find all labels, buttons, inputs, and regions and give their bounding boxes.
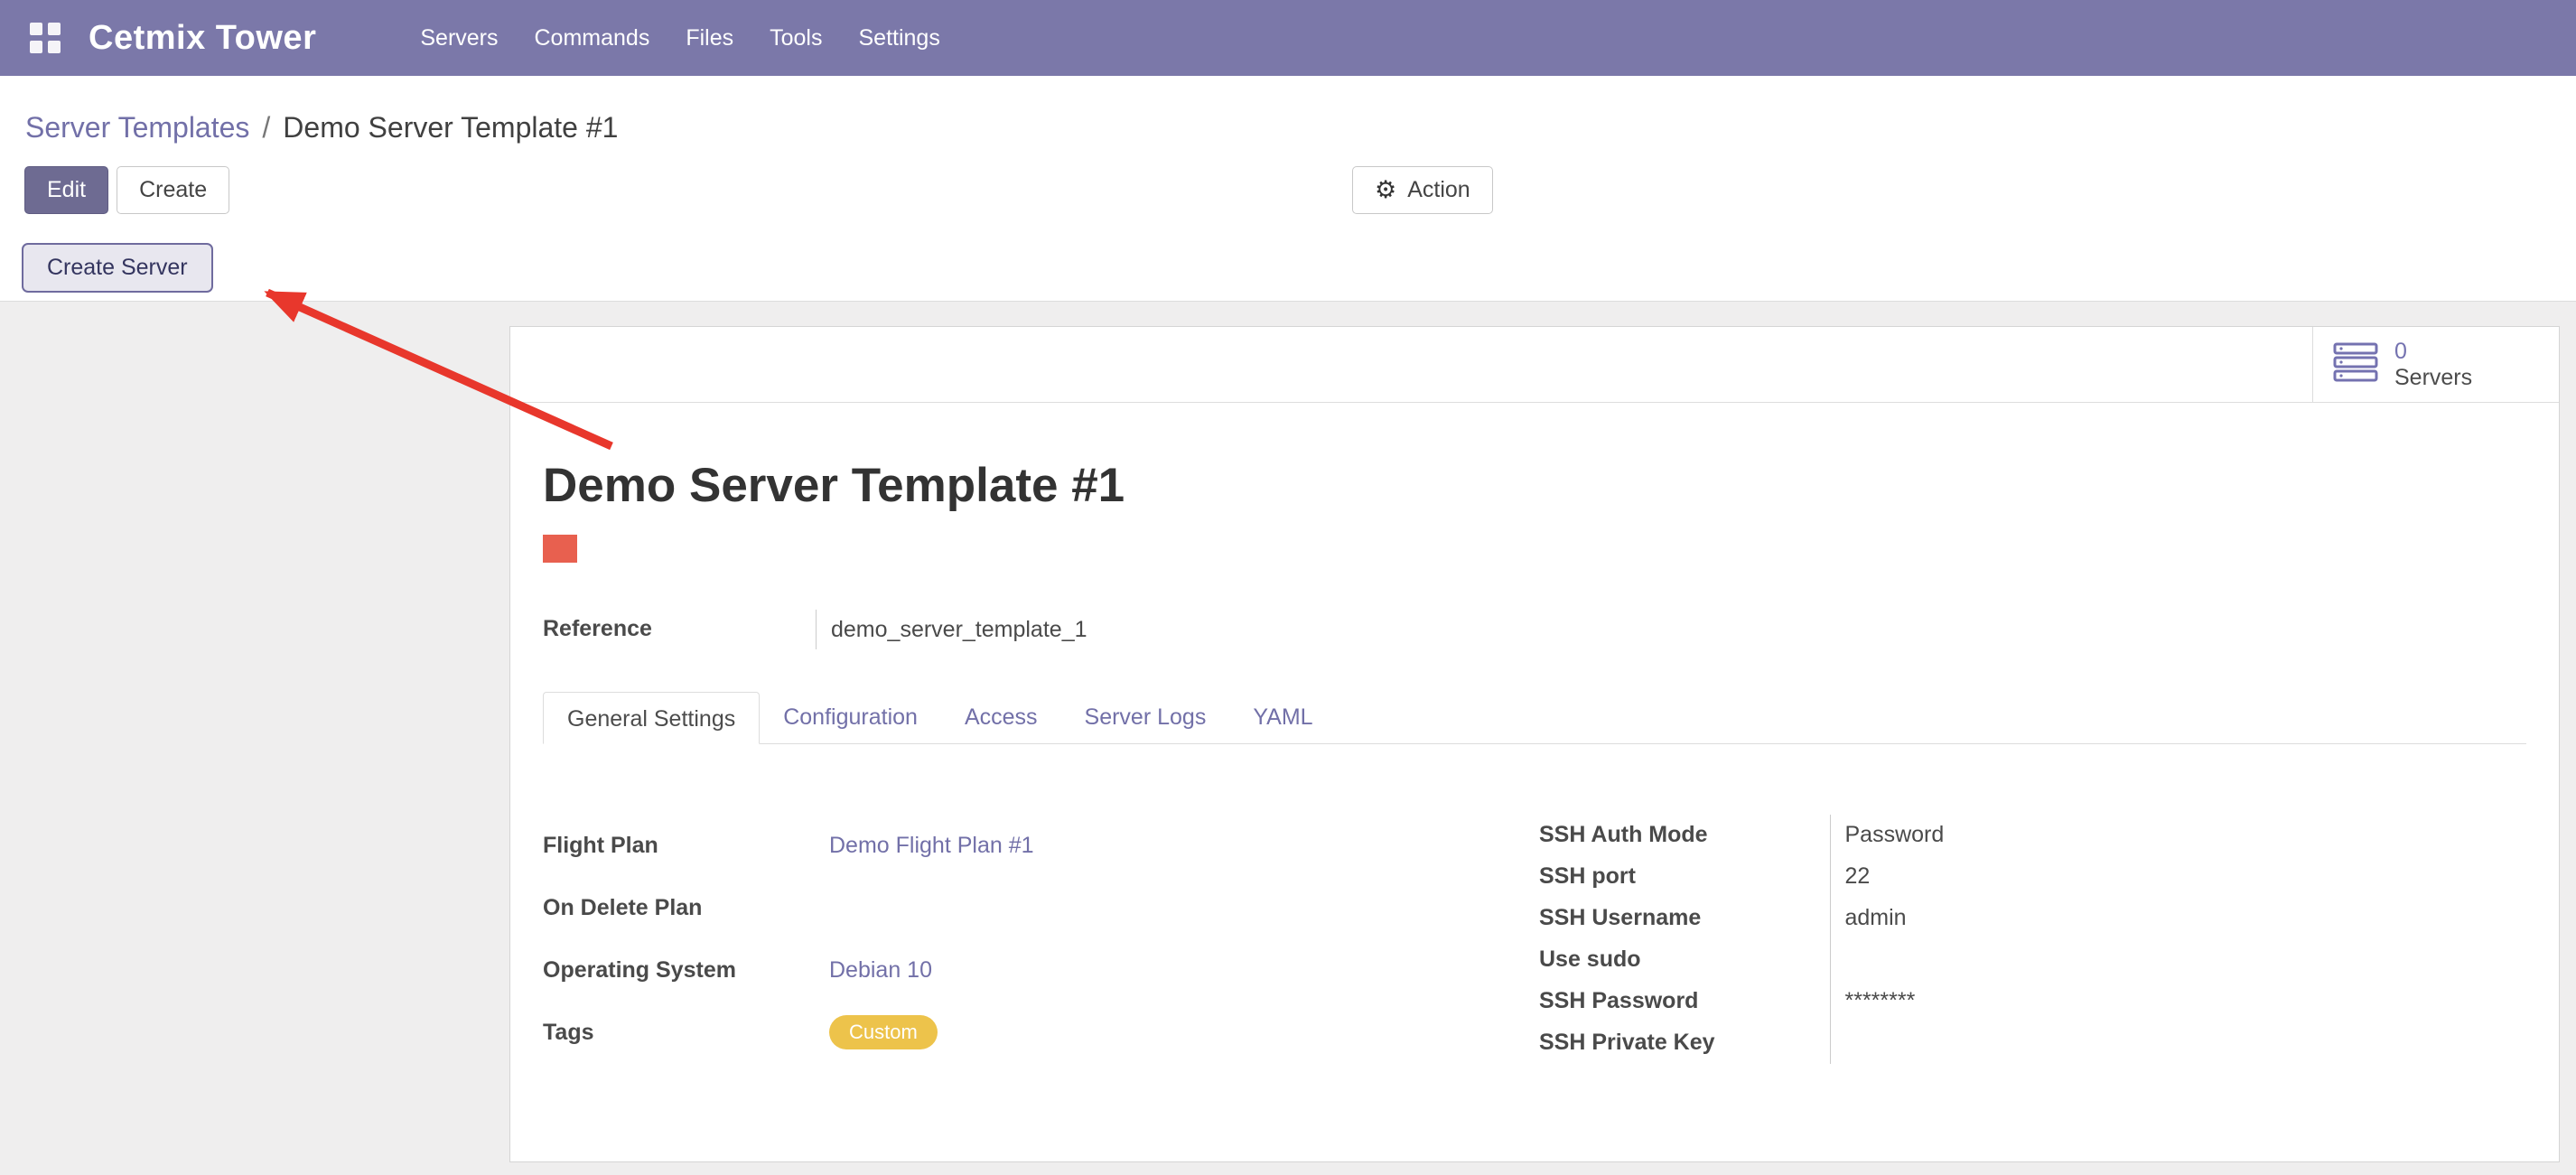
record-title: Demo Server Template #1 bbox=[543, 461, 2526, 511]
field-group-right: SSH Auth Mode Password SSH port 22 SSH U… bbox=[1539, 815, 2442, 1064]
edit-button[interactable]: Edit bbox=[24, 166, 108, 214]
record-color-swatch bbox=[543, 535, 577, 563]
form-sheet: 0 Servers Demo Server Template #1 Refere… bbox=[509, 326, 2560, 1162]
field-row: SSH Password ******** bbox=[1539, 981, 2442, 1022]
ssh-port-value: 22 bbox=[1830, 856, 2442, 898]
field-label: SSH port bbox=[1539, 856, 1830, 898]
breadcrumb-current: Demo Server Template #1 bbox=[283, 111, 618, 145]
field-label: SSH Password bbox=[1539, 981, 1830, 1022]
apps-grid-icon[interactable] bbox=[25, 18, 65, 58]
button-box: 0 Servers bbox=[510, 327, 2559, 403]
ssh-auth-mode-value: Password bbox=[1830, 815, 2442, 856]
reference-value: demo_server_template_1 bbox=[816, 610, 1087, 649]
tab-configuration[interactable]: Configuration bbox=[760, 691, 941, 743]
notebook-tabs: General Settings Configuration Access Se… bbox=[543, 691, 2526, 744]
breadcrumb-parent-link[interactable]: Server Templates bbox=[25, 111, 249, 145]
field-label: SSH Auth Mode bbox=[1539, 815, 1830, 856]
breadcrumb-separator: / bbox=[262, 111, 270, 145]
servers-count: 0 bbox=[2394, 339, 2472, 365]
tab-general-settings[interactable]: General Settings bbox=[543, 692, 760, 744]
operating-system-link[interactable]: Debian 10 bbox=[829, 957, 932, 983]
tag-badge: Custom bbox=[829, 1015, 938, 1049]
servers-count-label: Servers bbox=[2394, 365, 2472, 391]
breadcrumb: Server Templates / Demo Server Template … bbox=[0, 76, 2576, 152]
tab-server-logs[interactable]: Server Logs bbox=[1061, 691, 1230, 743]
field-label: Flight Plan bbox=[543, 815, 829, 877]
tab-access[interactable]: Access bbox=[941, 691, 1061, 743]
servers-icon bbox=[2333, 342, 2378, 387]
servers-stat-button[interactable]: 0 Servers bbox=[2312, 327, 2559, 402]
create-server-button[interactable]: Create Server bbox=[22, 243, 213, 293]
field-row: SSH port 22 bbox=[1539, 856, 2442, 898]
control-panel: Edit Create ⚙ Action bbox=[0, 152, 2576, 214]
field-groups: Flight Plan Demo Flight Plan #1 On Delet… bbox=[543, 815, 2526, 1064]
field-row: Operating System Debian 10 bbox=[543, 939, 1539, 1002]
field-row: Flight Plan Demo Flight Plan #1 bbox=[543, 815, 1539, 877]
content-area: 0 Servers Demo Server Template #1 Refere… bbox=[0, 302, 2576, 1175]
action-button-label: Action bbox=[1407, 177, 1470, 203]
field-label: On Delete Plan bbox=[543, 877, 829, 939]
field-row: Tags Custom bbox=[543, 1002, 1539, 1064]
nav-item-tools[interactable]: Tools bbox=[751, 0, 840, 76]
field-row: SSH Auth Mode Password bbox=[1539, 815, 2442, 856]
field-label: SSH Private Key bbox=[1539, 1022, 1830, 1064]
nav-item-commands[interactable]: Commands bbox=[517, 0, 668, 76]
ssh-username-value: admin bbox=[1830, 898, 2442, 939]
top-navbar: Cetmix Tower Servers Commands Files Tool… bbox=[0, 0, 2576, 76]
action-button[interactable]: ⚙ Action bbox=[1352, 166, 1493, 214]
gear-icon: ⚙ bbox=[1375, 178, 1396, 202]
field-row: SSH Private Key bbox=[1539, 1022, 2442, 1064]
ssh-password-value: ******** bbox=[1830, 981, 2442, 1022]
reference-field: Reference demo_server_template_1 bbox=[543, 610, 2526, 649]
field-label: Operating System bbox=[543, 939, 829, 1002]
ssh-private-key-value bbox=[1830, 1022, 2442, 1064]
flight-plan-link[interactable]: Demo Flight Plan #1 bbox=[829, 833, 1034, 858]
create-button[interactable]: Create bbox=[117, 166, 229, 214]
field-row: Use sudo bbox=[1539, 939, 2442, 981]
nav-item-servers[interactable]: Servers bbox=[402, 0, 516, 76]
field-group-left: Flight Plan Demo Flight Plan #1 On Delet… bbox=[543, 815, 1539, 1064]
main-menu: Servers Commands Files Tools Settings bbox=[402, 0, 957, 76]
field-label: Tags bbox=[543, 1002, 829, 1064]
nav-item-files[interactable]: Files bbox=[667, 0, 751, 76]
field-row: SSH Username admin bbox=[1539, 898, 2442, 939]
field-label: SSH Username bbox=[1539, 898, 1830, 939]
reference-label: Reference bbox=[543, 616, 816, 642]
use-sudo-value bbox=[1830, 939, 2442, 981]
app-brand[interactable]: Cetmix Tower bbox=[89, 19, 316, 58]
field-row: On Delete Plan bbox=[543, 877, 1539, 939]
status-bar: Create Server bbox=[0, 214, 2576, 302]
tab-yaml[interactable]: YAML bbox=[1229, 691, 1336, 743]
field-label: Use sudo bbox=[1539, 939, 1830, 981]
nav-item-settings[interactable]: Settings bbox=[841, 0, 958, 76]
